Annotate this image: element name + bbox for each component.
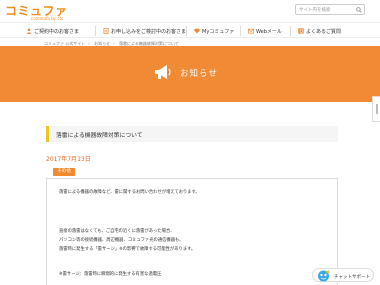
heart-icon bbox=[194, 28, 200, 34]
faq-icon: Q bbox=[298, 28, 304, 34]
nav-divider bbox=[186, 26, 187, 36]
search-icon[interactable] bbox=[356, 6, 362, 13]
article-line: 落雷による機器の故障など、雷に関するお問い合わせが増えております。 bbox=[59, 190, 200, 195]
nav-item-webmail[interactable]: Webメール bbox=[248, 26, 282, 36]
user-icon bbox=[26, 28, 32, 34]
svg-text:Q: Q bbox=[300, 29, 304, 34]
article-line: 直接の落雷はなくても、ご自宅の近くに落雷があった場合、 bbox=[59, 229, 175, 234]
site-logo[interactable]: コミュファ commufa by ctc bbox=[5, 2, 68, 21]
nav-item-current-customers[interactable]: ご契約中のお客さま bbox=[26, 26, 79, 36]
search-input[interactable]: サイト内を検索 bbox=[299, 7, 331, 13]
nav-label: ご契約中のお客さま bbox=[34, 28, 80, 35]
article-line: パソコン等の接続機器、周辺機器、コミュファ光の通信機器も、 bbox=[59, 238, 184, 243]
nav-divider bbox=[290, 26, 291, 36]
nav-item-faq[interactable]: Q よくあるご質問 bbox=[298, 26, 341, 36]
main-nav: ご契約中のお客さま お申し込みをご検討中のお客さま Myコミュファ Webメール… bbox=[0, 22, 380, 38]
megaphone-icon bbox=[155, 65, 171, 79]
site-header: コミュファ commufa by ctc サイト内を検索 bbox=[0, 0, 380, 22]
chat-label: チャットサポート bbox=[334, 274, 370, 280]
article-line: ※雷サージ：落雷時に瞬間的に発生する有害な過電圧 bbox=[59, 272, 162, 277]
article-body: 落雷による機器の故障など、雷に関するお問い合わせが増えております。 直接の落雷は… bbox=[46, 178, 338, 285]
article-title-bar: 落雷による機器故障対策について bbox=[46, 126, 338, 142]
page-banner: お知らせ bbox=[0, 46, 380, 102]
side-tab[interactable] bbox=[372, 96, 380, 122]
nav-divider bbox=[240, 26, 241, 36]
article-line: 落雷時に発生する「雷サージ」※の影響で故障する可能性があります。 bbox=[59, 247, 196, 252]
nav-label: Myコミュファ bbox=[202, 28, 235, 35]
nav-item-prospective-customers[interactable]: お申し込みをご検討中のお客さま bbox=[103, 26, 186, 36]
side-tab-grip bbox=[375, 104, 378, 114]
nav-divider bbox=[95, 26, 96, 36]
nav-label: Webメール bbox=[256, 28, 282, 35]
mail-icon bbox=[248, 28, 254, 34]
nav-label: よくあるご質問 bbox=[306, 28, 342, 35]
chat-support-button[interactable]: チャットサポート bbox=[312, 268, 374, 282]
nav-label: お申し込みをご検討中のお客さま bbox=[111, 28, 187, 35]
search-box[interactable]: サイト内を検索 bbox=[295, 4, 365, 15]
category-badge: その他 bbox=[53, 168, 75, 176]
logo-tagline: commufa by ctc bbox=[31, 16, 64, 21]
article-date: 2017年7月13日 bbox=[46, 156, 91, 163]
nav-item-my-commufa[interactable]: Myコミュファ bbox=[194, 26, 234, 36]
document-icon bbox=[103, 28, 109, 34]
chat-character-icon bbox=[318, 270, 330, 282]
page-title: お知らせ bbox=[180, 69, 218, 79]
article-title: 落雷による機器故障対策について bbox=[56, 133, 143, 139]
